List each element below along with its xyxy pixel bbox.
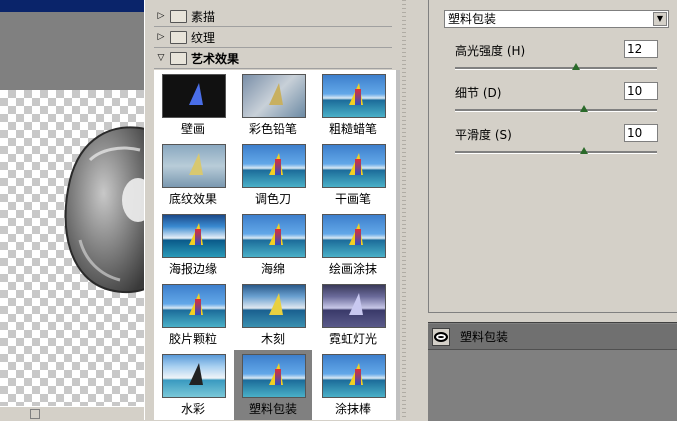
slider-track[interactable] — [455, 151, 657, 154]
filter-label: 底纹效果 — [168, 192, 217, 206]
folder-icon — [170, 9, 187, 23]
preview-horizontal-scrollbar[interactable] — [0, 406, 150, 421]
filter-thumb[interactable]: 霓虹灯光 — [314, 280, 392, 350]
layer-name: 塑料包装 — [460, 330, 509, 344]
filter-label: 塑料包装 — [248, 402, 297, 416]
filter-thumb[interactable]: 胶片颗粒 — [154, 280, 232, 350]
category-sketch[interactable]: ▷ 素描 — [154, 6, 392, 27]
filter-thumb[interactable]: 底纹效果 — [154, 140, 232, 210]
filter-label: 涂抹棒 — [334, 402, 371, 416]
filter-thumb-image — [242, 74, 306, 118]
effect-layers-panel: 塑料包装 — [428, 322, 677, 421]
filter-thumb[interactable]: 彩色铅笔 — [234, 70, 312, 140]
filter-thumb-image — [322, 74, 386, 118]
filter-label: 绘画涂抹 — [328, 262, 377, 276]
preview-panel — [0, 0, 151, 421]
param-detail: 细节 (D) 10 — [455, 82, 665, 122]
expand-triangle-icon[interactable]: ▷ — [154, 32, 168, 42]
category-artistic[interactable]: ▽ 艺术效果 — [154, 48, 392, 69]
preview-canvas[interactable] — [0, 90, 150, 406]
filter-label: 粗糙蜡笔 — [328, 122, 377, 136]
folder-icon — [170, 30, 187, 44]
filter-label: 海报边缘 — [168, 262, 217, 276]
filter-thumb-image — [242, 284, 306, 328]
filter-thumb-image — [322, 354, 386, 398]
collapse-triangle-icon[interactable]: ▽ — [154, 53, 168, 63]
filter-label: 霓虹灯光 — [328, 332, 377, 346]
filter-label: 彩色铅笔 — [248, 122, 297, 136]
expand-triangle-icon[interactable]: ▷ — [154, 11, 168, 21]
folder-open-icon — [170, 51, 187, 65]
scroll-thumb[interactable] — [30, 409, 40, 419]
category-label: 素描 — [191, 9, 216, 24]
filter-thumbnail-grid: 壁画 彩色铅笔 粗糙蜡笔 底纹效果 调色刀 干画笔 海报边缘 海绵 绘画涂抹 胶… — [154, 70, 396, 420]
slider-knob[interactable] — [580, 147, 589, 154]
filter-thumb-image — [322, 144, 386, 188]
category-label: 纹理 — [191, 30, 216, 45]
param-label: 平滑度 (S) — [455, 128, 512, 142]
slider-track[interactable] — [455, 109, 657, 112]
filter-thumb[interactable]: 粗糙蜡笔 — [314, 70, 392, 140]
panel-splitter[interactable] — [400, 0, 428, 420]
filter-thumb-image — [162, 74, 226, 118]
filter-thumb-image — [242, 354, 306, 398]
filter-thumb[interactable]: 壁画 — [154, 70, 232, 140]
param-value-input[interactable]: 10 — [624, 82, 658, 100]
filter-label: 水彩 — [180, 402, 205, 416]
param-label: 高光强度 (H) — [455, 44, 526, 58]
filter-label: 胶片颗粒 — [168, 332, 217, 346]
param-highlight-strength: 高光强度 (H) 12 — [455, 40, 665, 80]
slider-track[interactable] — [455, 67, 657, 70]
filter-label: 干画笔 — [334, 192, 371, 206]
preview-image — [64, 126, 150, 294]
filter-thumb[interactable]: 绘画涂抹 — [314, 210, 392, 280]
filter-thumb[interactable]: 海报边缘 — [154, 210, 232, 280]
filter-thumb-image — [162, 214, 226, 258]
filter-label: 壁画 — [180, 122, 205, 136]
filter-thumb-image — [322, 214, 386, 258]
category-label: 艺术效果 — [191, 51, 240, 66]
filter-select-value: 塑料包装 — [448, 12, 497, 26]
filter-thumb-image — [242, 214, 306, 258]
eye-icon[interactable] — [432, 327, 450, 346]
filter-settings-panel: 塑料包装 ▼ 高光强度 (H) 12 细节 (D) 10 平滑度 (S) 10 — [428, 0, 677, 313]
filter-thumb[interactable]: 干画笔 — [314, 140, 392, 210]
filter-thumb[interactable]: 木刻 — [234, 280, 312, 350]
filter-label: 木刻 — [260, 332, 285, 346]
filter-thumb[interactable]: 调色刀 — [234, 140, 312, 210]
filter-thumb-image — [162, 284, 226, 328]
slider-knob[interactable] — [572, 63, 581, 70]
filter-label: 海绵 — [260, 262, 285, 276]
param-value-input[interactable]: 12 — [624, 40, 658, 58]
filter-thumb-image — [322, 284, 386, 328]
category-texture[interactable]: ▷ 纹理 — [154, 27, 392, 48]
filter-gallery: ▷ 素描 ▷ 纹理 ▽ 艺术效果 壁画 彩色铅笔 粗糙蜡笔 底纹效果 调色刀 干… — [150, 0, 400, 420]
filter-select[interactable]: 塑料包装 ▼ — [444, 10, 669, 28]
param-label: 细节 (D) — [455, 86, 502, 100]
chevron-down-icon[interactable]: ▼ — [653, 12, 667, 26]
filter-thumb-image — [162, 144, 226, 188]
param-value-input[interactable]: 10 — [624, 124, 658, 142]
param-smoothness: 平滑度 (S) 10 — [455, 124, 665, 164]
filter-thumb[interactable]: 海绵 — [234, 210, 312, 280]
filter-label: 调色刀 — [254, 192, 291, 206]
effect-layer-row[interactable]: 塑料包装 — [428, 324, 677, 350]
title-bar — [0, 0, 150, 12]
filter-thumb-image — [242, 144, 306, 188]
filter-thumb[interactable]: 涂抹棒 — [314, 350, 392, 420]
filter-thumb-image — [162, 354, 226, 398]
filter-thumb[interactable]: 水彩 — [154, 350, 232, 420]
filter-thumb-selected[interactable]: 塑料包装 — [234, 350, 312, 420]
slider-knob[interactable] — [580, 105, 589, 112]
